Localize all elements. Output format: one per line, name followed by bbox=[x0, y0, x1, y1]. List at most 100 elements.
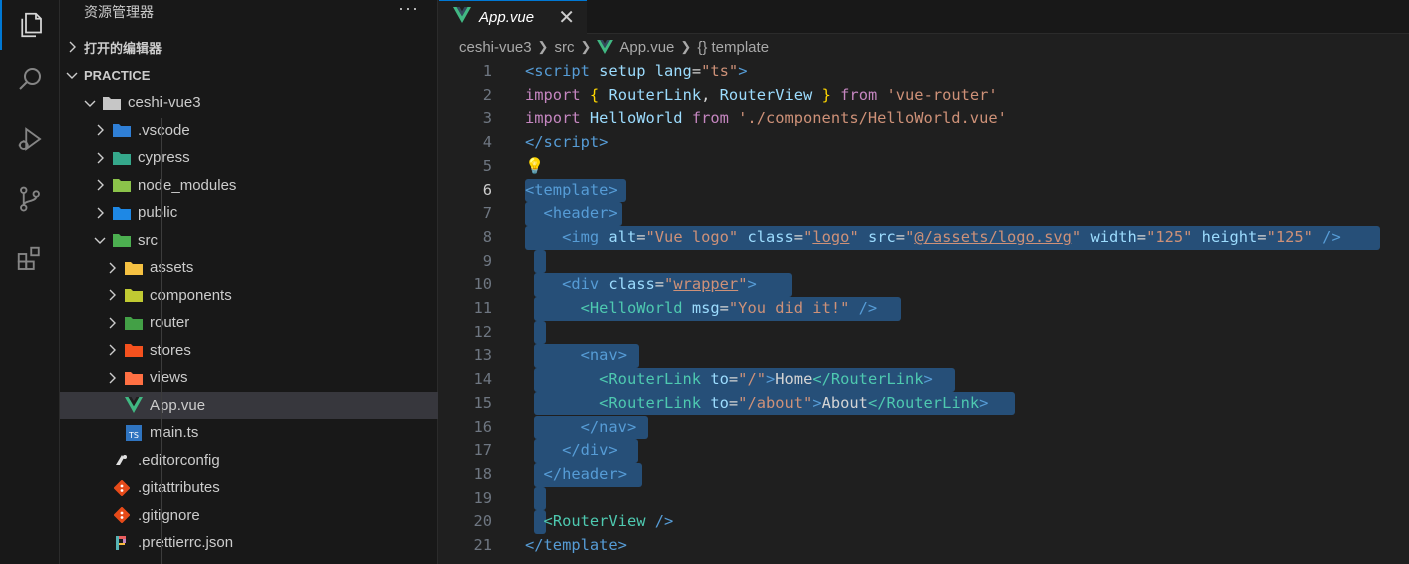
code-token: </RouterLink bbox=[867, 393, 980, 412]
code-line[interactable]: 10 <div class="wrapper"> bbox=[439, 273, 1409, 297]
chevron-right-icon: ❯ bbox=[537, 39, 549, 54]
open-editors-label: 打开的编辑器 bbox=[84, 40, 163, 56]
router-folder-icon bbox=[124, 314, 144, 332]
tree-item[interactable]: .prettierrc.json bbox=[60, 529, 438, 556]
code-token: = bbox=[719, 299, 729, 317]
tree-item[interactable]: App.vue bbox=[60, 391, 438, 419]
code-line[interactable]: 16 </nav> bbox=[439, 416, 1409, 440]
code-line[interactable]: 6 <template> bbox=[439, 179, 1409, 203]
chevron-right-icon bbox=[104, 372, 120, 384]
code-line[interactable]: 4 </script> bbox=[439, 131, 1409, 155]
code-line[interactable]: 2 import { RouterLink, RouterView } from … bbox=[439, 84, 1409, 108]
code-token: " bbox=[803, 227, 813, 246]
code-token: <template bbox=[525, 180, 609, 199]
code-token: 'vue-router' bbox=[877, 85, 998, 104]
tree-item[interactable]: components bbox=[60, 282, 438, 309]
chevron-down-icon bbox=[82, 98, 98, 108]
chevron-down-icon bbox=[92, 235, 108, 245]
breadcrumb-item[interactable]: ceshi-vue3 bbox=[459, 39, 532, 56]
code-token: /> bbox=[1312, 227, 1341, 246]
tree-item[interactable]: src bbox=[60, 227, 438, 254]
code-line[interactable]: 20 <RouterView /> bbox=[439, 510, 1409, 534]
code-line[interactable]: 18 </header> bbox=[439, 463, 1409, 487]
code-token: <RouterLink bbox=[599, 370, 702, 389]
code-token: "125" bbox=[1146, 227, 1193, 246]
line-content: import HelloWorld from './components/Hel… bbox=[525, 107, 1007, 131]
extensions-icon[interactable] bbox=[0, 234, 60, 284]
line-number: 3 bbox=[482, 109, 492, 128]
code-token: <RouterLink bbox=[599, 393, 702, 412]
src-folder-icon bbox=[112, 231, 132, 249]
tree-item-label: .vscode bbox=[138, 121, 190, 139]
tree-item[interactable]: TS main.ts bbox=[60, 419, 438, 446]
code-line[interactable]: 7 <header> bbox=[439, 202, 1409, 226]
tree-item[interactable]: stores bbox=[60, 337, 438, 364]
tree-item[interactable]: .gitattributes bbox=[60, 474, 438, 501]
more-actions-icon[interactable]: ··· bbox=[398, 0, 419, 19]
search-icon[interactable] bbox=[0, 54, 60, 104]
line-number: 16 bbox=[473, 417, 492, 436]
line-number: 14 bbox=[473, 370, 492, 389]
tree-item-label: App.vue bbox=[150, 396, 206, 414]
workspace-section[interactable]: PRACTICE bbox=[60, 63, 437, 87]
tree-item[interactable]: node_modules bbox=[60, 172, 438, 199]
source-control-icon[interactable] bbox=[0, 174, 60, 224]
tree-item[interactable]: public bbox=[60, 199, 438, 226]
tree-item[interactable]: .vscode bbox=[60, 117, 438, 144]
tree-item-label: cypress bbox=[138, 149, 190, 166]
code-token: " bbox=[849, 227, 859, 246]
prettier-file-icon bbox=[112, 534, 132, 552]
code-line[interactable]: 21 </template> bbox=[439, 534, 1409, 558]
svg-text:TS: TS bbox=[128, 431, 139, 440]
tree-item[interactable]: ceshi-vue3 bbox=[60, 89, 438, 116]
chevron-down-icon bbox=[60, 70, 84, 80]
tree-item[interactable]: cypress bbox=[60, 144, 438, 171]
code-line[interactable]: 13 <nav> bbox=[439, 344, 1409, 368]
code-line[interactable]: 12 bbox=[439, 321, 1409, 345]
tree-item[interactable]: .gitignore bbox=[60, 502, 438, 529]
line-content: <RouterView /> bbox=[525, 510, 674, 534]
code-line[interactable]: 19 bbox=[439, 487, 1409, 511]
code-line[interactable]: 8 <img alt="Vue logo" class="logo" src="… bbox=[439, 226, 1409, 250]
tab-app-vue[interactable]: App.vue ✕ bbox=[439, 0, 587, 34]
run-debug-icon[interactable] bbox=[0, 114, 60, 164]
tree-item[interactable]: assets bbox=[60, 254, 438, 281]
code-token: > bbox=[747, 275, 757, 294]
breadcrumb-item[interactable]: {} template bbox=[697, 39, 769, 56]
line-number: 7 bbox=[482, 204, 492, 223]
code-line[interactable]: 15 <RouterLink to="/about">About</Router… bbox=[439, 392, 1409, 416]
code-token: > bbox=[617, 346, 627, 365]
explorer-icon[interactable] bbox=[0, 0, 60, 50]
tree-item[interactable]: router bbox=[60, 309, 438, 336]
code-line[interactable]: 3 import HelloWorld from './components/He… bbox=[439, 107, 1409, 131]
code-token: height bbox=[1192, 227, 1258, 246]
code-token: <div bbox=[562, 275, 600, 294]
code-line[interactable]: 5 💡 bbox=[439, 155, 1409, 179]
code-token: > bbox=[608, 204, 618, 223]
code-line[interactable]: 9 bbox=[439, 250, 1409, 274]
open-editors-section[interactable]: 打开的编辑器 bbox=[60, 35, 437, 59]
code-token: "You did it!" bbox=[728, 299, 850, 317]
breadcrumb-item[interactable]: App.vue bbox=[619, 39, 674, 56]
lightbulb-icon[interactable]: 💡 bbox=[525, 157, 544, 175]
code-token: alt bbox=[599, 227, 637, 246]
workspace-label: PRACTICE bbox=[84, 67, 151, 83]
code-line[interactable]: 11 <HelloWorld msg="You did it!" /> bbox=[439, 297, 1409, 321]
code-line[interactable]: 1 <script setup lang="ts"> bbox=[439, 60, 1409, 84]
close-icon[interactable]: ✕ bbox=[558, 5, 575, 30]
code-line[interactable]: 14 <RouterLink to="/">Home</RouterLink> bbox=[439, 368, 1409, 392]
code-token: "/" bbox=[738, 370, 766, 389]
code-token: <RouterView bbox=[543, 512, 646, 531]
code-token: to bbox=[701, 393, 729, 412]
code-token: to bbox=[701, 370, 729, 389]
code-token: RouterLink bbox=[599, 85, 702, 104]
code-token: </script bbox=[525, 133, 600, 152]
tree-item[interactable]: .editorconfig bbox=[60, 447, 438, 474]
chevron-right-icon bbox=[92, 152, 108, 164]
code-line[interactable]: 17 </div> bbox=[439, 439, 1409, 463]
breadcrumb-item[interactable]: src bbox=[554, 39, 574, 56]
tree-item[interactable]: views bbox=[60, 364, 438, 391]
